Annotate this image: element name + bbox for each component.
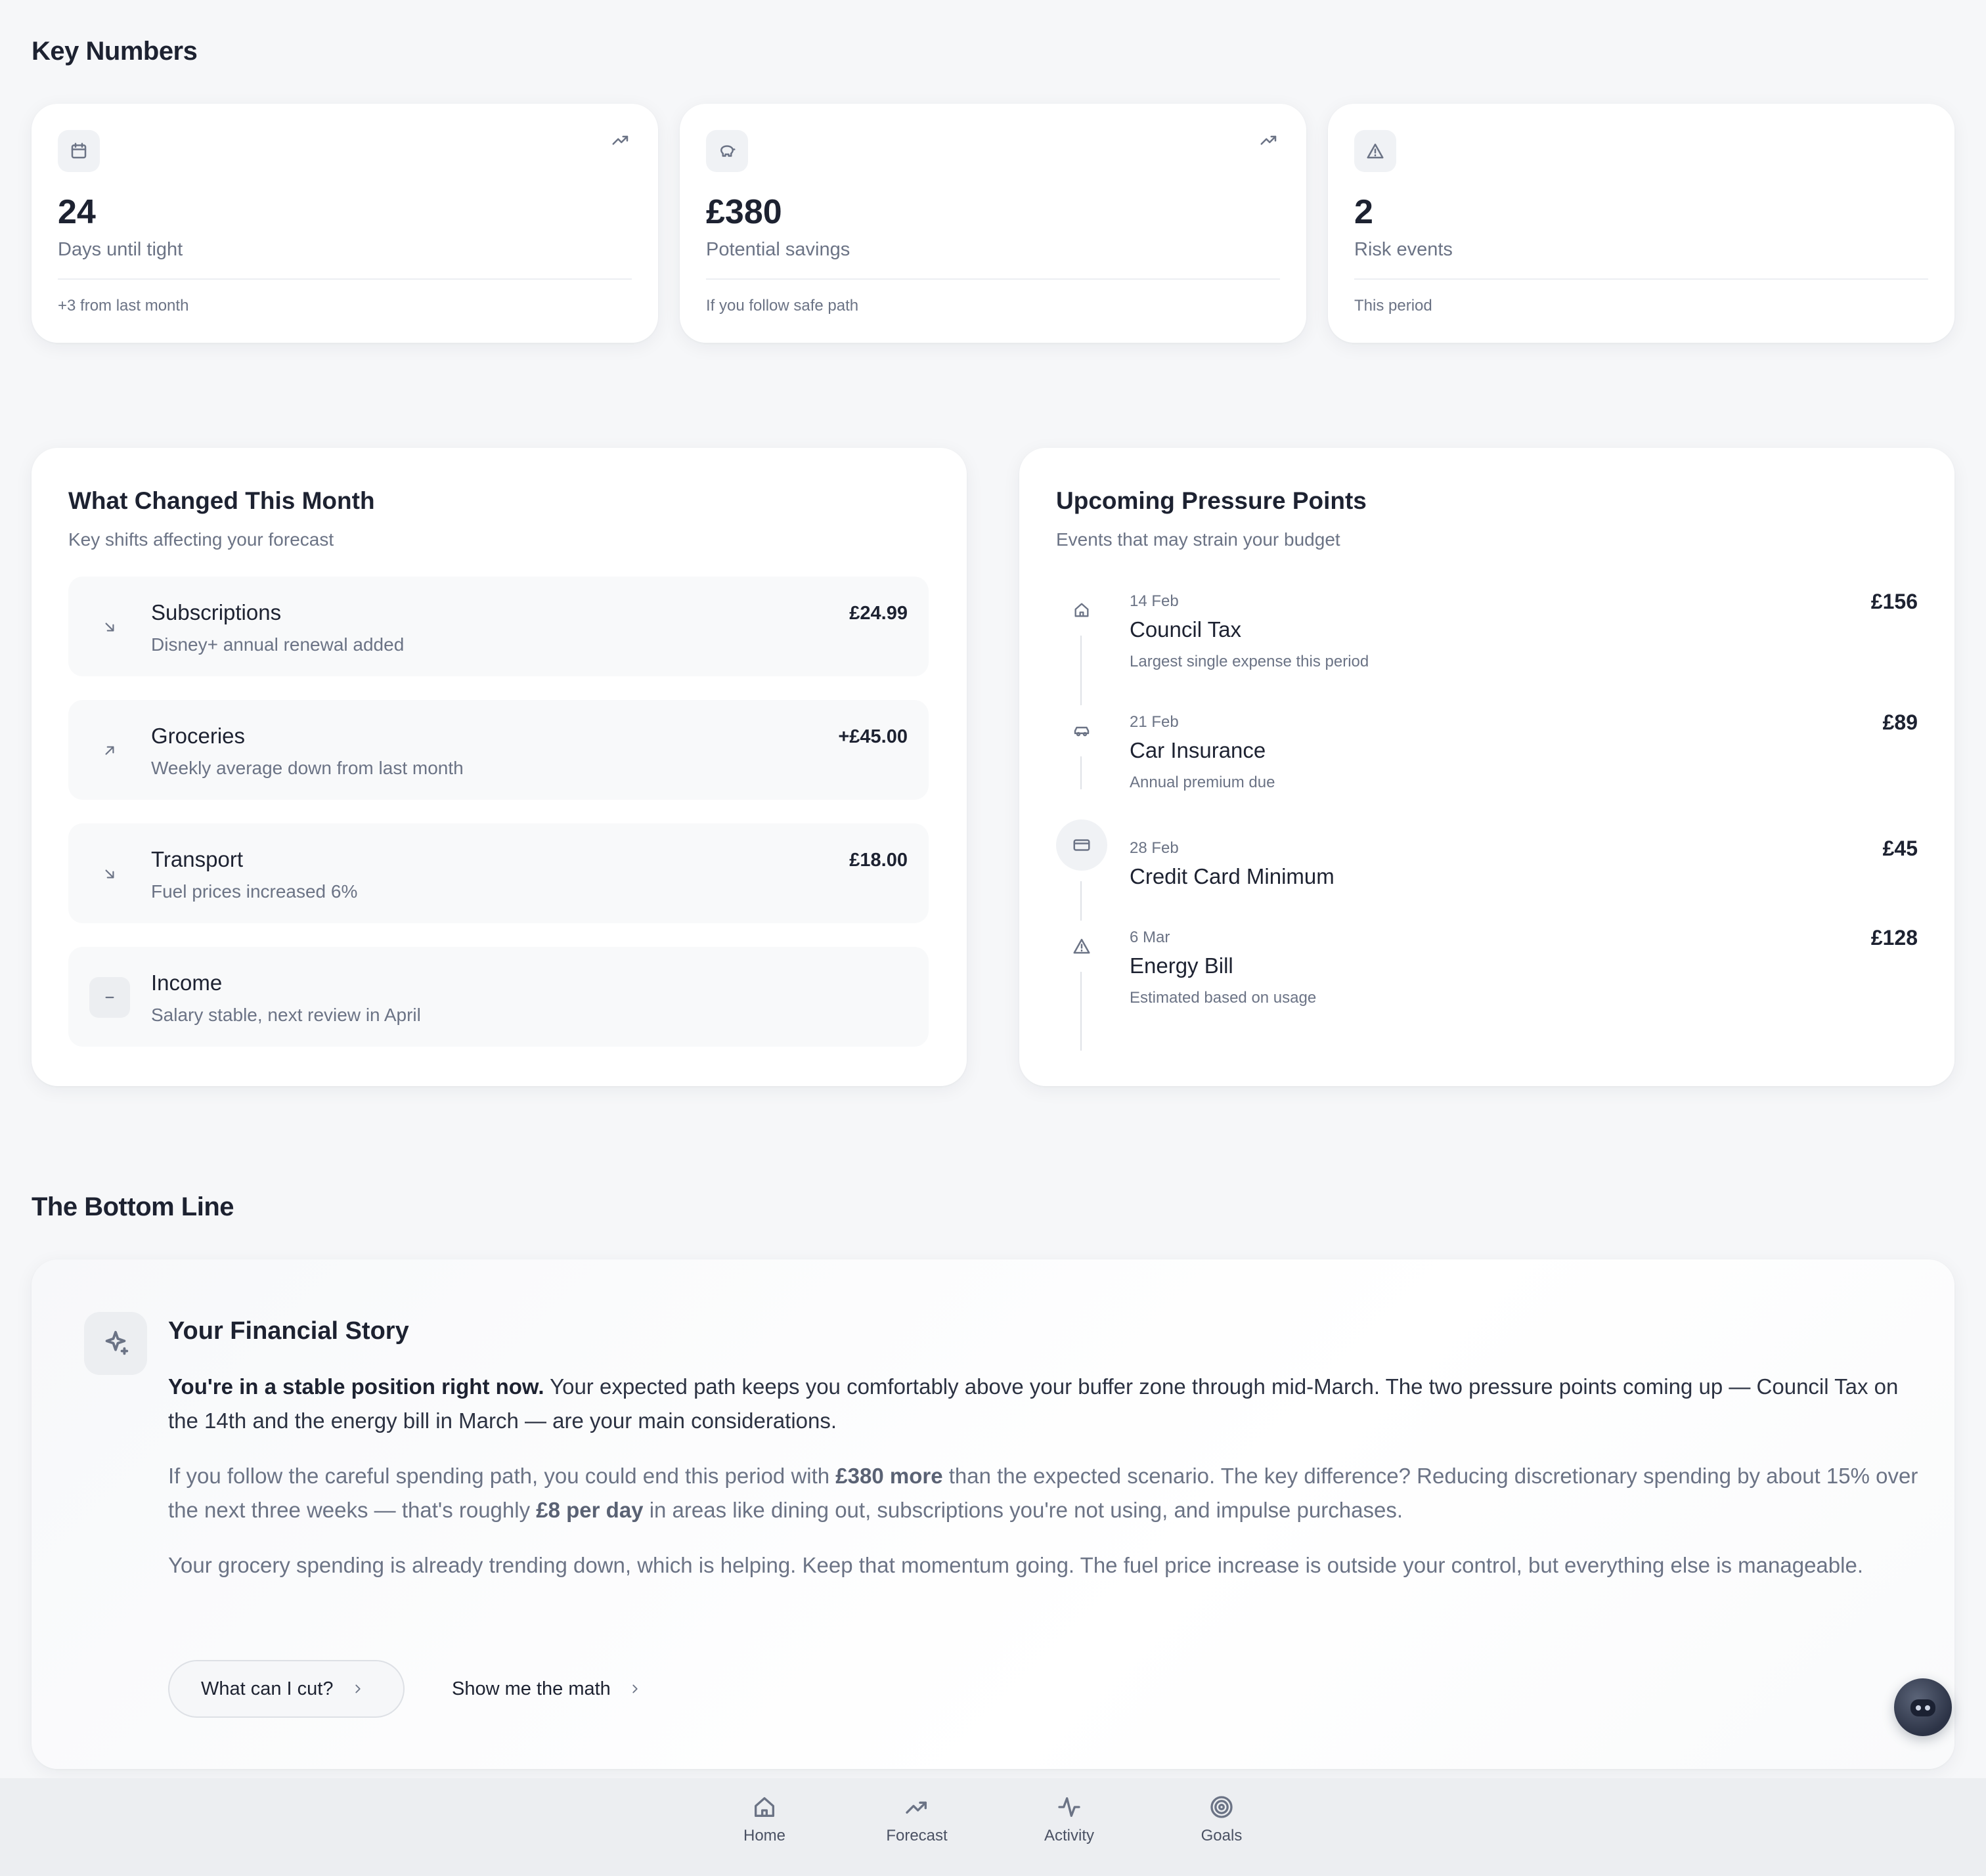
pressure-amount: £45 xyxy=(1882,837,1918,860)
pressure-desc: Estimated based on usage xyxy=(1130,989,1317,1007)
key-numbers-title: Key Numbers xyxy=(32,37,198,66)
nav-goals[interactable]: Goals xyxy=(1169,1794,1274,1845)
potential-savings-value: £380 xyxy=(706,193,782,231)
sparkle-icon xyxy=(84,1312,147,1375)
pressure-amount: £128 xyxy=(1870,926,1918,949)
days-until-tight-value: 24 xyxy=(58,193,96,231)
warning-icon xyxy=(1354,130,1396,172)
story-paragraph-2: If you follow the careful spending path,… xyxy=(168,1464,1918,1522)
minus-icon xyxy=(89,977,130,1018)
change-name: Income xyxy=(151,971,223,995)
arrow-down-right-icon xyxy=(89,854,130,894)
risk-events-footnote: This period xyxy=(1354,297,1432,315)
divider xyxy=(58,278,632,280)
show-me-the-math-button[interactable]: Show me the math xyxy=(452,1660,642,1718)
warning-icon xyxy=(1056,921,1107,972)
pressure-point-energy-bill[interactable]: 6 Mar Energy Bill Estimated based on usa… xyxy=(1056,921,1918,1026)
pressure-points-subtitle: Events that may strain your budget xyxy=(1056,529,1340,550)
story-title: Your Financial Story xyxy=(168,1317,409,1345)
bottom-line-title: The Bottom Line xyxy=(32,1192,234,1221)
pressure-date: 14 Feb xyxy=(1130,592,1179,610)
divider xyxy=(1354,278,1928,280)
change-item-groceries[interactable]: Groceries Weekly average down from last … xyxy=(68,700,929,800)
pressure-name: Council Tax xyxy=(1130,617,1241,642)
pressure-name: Energy Bill xyxy=(1130,953,1233,978)
pressure-date: 28 Feb xyxy=(1130,839,1179,857)
what-can-i-cut-label: What can I cut? xyxy=(201,1678,334,1699)
change-desc: Weekly average down from last month xyxy=(151,758,464,778)
calendar-icon xyxy=(58,130,100,172)
arrow-up-right-icon xyxy=(89,730,130,771)
story-paragraph-1: You're in a stable position right now. Y… xyxy=(168,1374,1899,1433)
risk-events-card[interactable]: 2 Risk events This period xyxy=(1328,104,1954,343)
nav-home-label: Home xyxy=(743,1827,786,1844)
days-until-tight-label: Days until tight xyxy=(58,239,183,260)
what-changed-subtitle: Key shifts affecting your forecast xyxy=(68,529,334,550)
change-item-transport[interactable]: Transport Fuel prices increased 6% £18.0… xyxy=(68,823,929,923)
days-until-tight-footnote: +3 from last month xyxy=(58,297,189,315)
nav-goals-label: Goals xyxy=(1201,1827,1243,1844)
home-icon xyxy=(755,1797,774,1817)
home-icon xyxy=(1056,584,1107,636)
robot-icon xyxy=(1910,1699,1935,1716)
assistant-bot-button[interactable] xyxy=(1894,1678,1952,1736)
car-icon xyxy=(1056,705,1107,756)
change-amount: £18.00 xyxy=(849,850,908,871)
nav-home[interactable]: Home xyxy=(712,1794,817,1845)
nav-activity[interactable]: Activity xyxy=(1017,1794,1122,1845)
change-name: Transport xyxy=(151,847,243,871)
change-desc: Fuel prices increased 6% xyxy=(151,881,358,902)
change-item-income[interactable]: Income Salary stable, next review in Apr… xyxy=(68,947,929,1047)
potential-savings-footnote: If you follow safe path xyxy=(706,297,859,315)
divider xyxy=(706,278,1280,280)
change-name: Groceries xyxy=(151,724,246,748)
pressure-points-title: Upcoming Pressure Points xyxy=(1056,487,1367,514)
days-until-tight-card[interactable]: 24 Days until tight +3 from last month xyxy=(32,104,658,343)
pressure-point-credit-card[interactable]: 28 Feb Credit Card Minimum £45 xyxy=(1056,819,1918,888)
chevron-right-icon xyxy=(628,1682,642,1696)
show-me-the-math-label: Show me the math xyxy=(452,1678,611,1699)
nav-activity-label: Activity xyxy=(1044,1827,1094,1844)
target-icon xyxy=(1210,1796,1233,1818)
arrow-down-right-icon xyxy=(89,607,130,647)
change-name: Subscriptions xyxy=(151,600,282,624)
piggy-bank-icon xyxy=(706,130,748,172)
change-item-subscriptions[interactable]: Subscriptions Disney+ annual renewal add… xyxy=(68,577,929,676)
change-desc: Salary stable, next review in April xyxy=(151,1005,421,1025)
pressure-amount: £89 xyxy=(1882,710,1918,734)
chevron-right-icon xyxy=(351,1682,365,1696)
pressure-desc: Largest single expense this period xyxy=(1130,653,1369,670)
nav-forecast[interactable]: Forecast xyxy=(864,1794,969,1845)
bottom-navigation: Home Forecast Activity Goals xyxy=(0,1778,1986,1876)
risk-events-label: Risk events xyxy=(1354,239,1453,260)
risk-events-value: 2 xyxy=(1354,193,1373,231)
pressure-desc: Annual premium due xyxy=(1130,774,1275,791)
pressure-name: Car Insurance xyxy=(1130,738,1266,762)
pressure-amount: £156 xyxy=(1870,590,1918,613)
pressure-point-car-insurance[interactable]: 21 Feb Car Insurance Annual premium due … xyxy=(1056,705,1918,810)
potential-savings-card[interactable]: £380 Potential savings If you follow saf… xyxy=(680,104,1306,343)
activity-icon xyxy=(1058,1797,1080,1817)
what-changed-title: What Changed This Month xyxy=(68,487,375,514)
change-amount: £24.99 xyxy=(849,603,908,624)
what-changed-panel: What Changed This Month Key shifts affec… xyxy=(32,448,967,1086)
trend-up-icon xyxy=(611,130,633,152)
change-desc: Disney+ annual renewal added xyxy=(151,634,405,655)
pressure-points-panel: Upcoming Pressure Points Events that may… xyxy=(1019,448,1954,1086)
pressure-name: Credit Card Minimum xyxy=(1130,864,1335,888)
story-paragraph-3: Your grocery spending is already trendin… xyxy=(168,1553,1863,1577)
trend-up-icon xyxy=(1259,130,1281,152)
pressure-date: 6 Mar xyxy=(1130,928,1170,946)
what-can-i-cut-button[interactable]: What can I cut? xyxy=(168,1660,405,1718)
credit-card-icon xyxy=(1056,819,1107,871)
change-amount: +£45.00 xyxy=(838,726,908,747)
pressure-point-council-tax[interactable]: 14 Feb Council Tax Largest single expens… xyxy=(1056,584,1918,689)
financial-story-card: Your Financial Story You're in a stable … xyxy=(32,1259,1954,1769)
potential-savings-label: Potential savings xyxy=(706,239,850,260)
pressure-date: 21 Feb xyxy=(1130,713,1179,731)
trend-up-icon xyxy=(906,1801,927,1814)
nav-forecast-label: Forecast xyxy=(886,1827,948,1844)
